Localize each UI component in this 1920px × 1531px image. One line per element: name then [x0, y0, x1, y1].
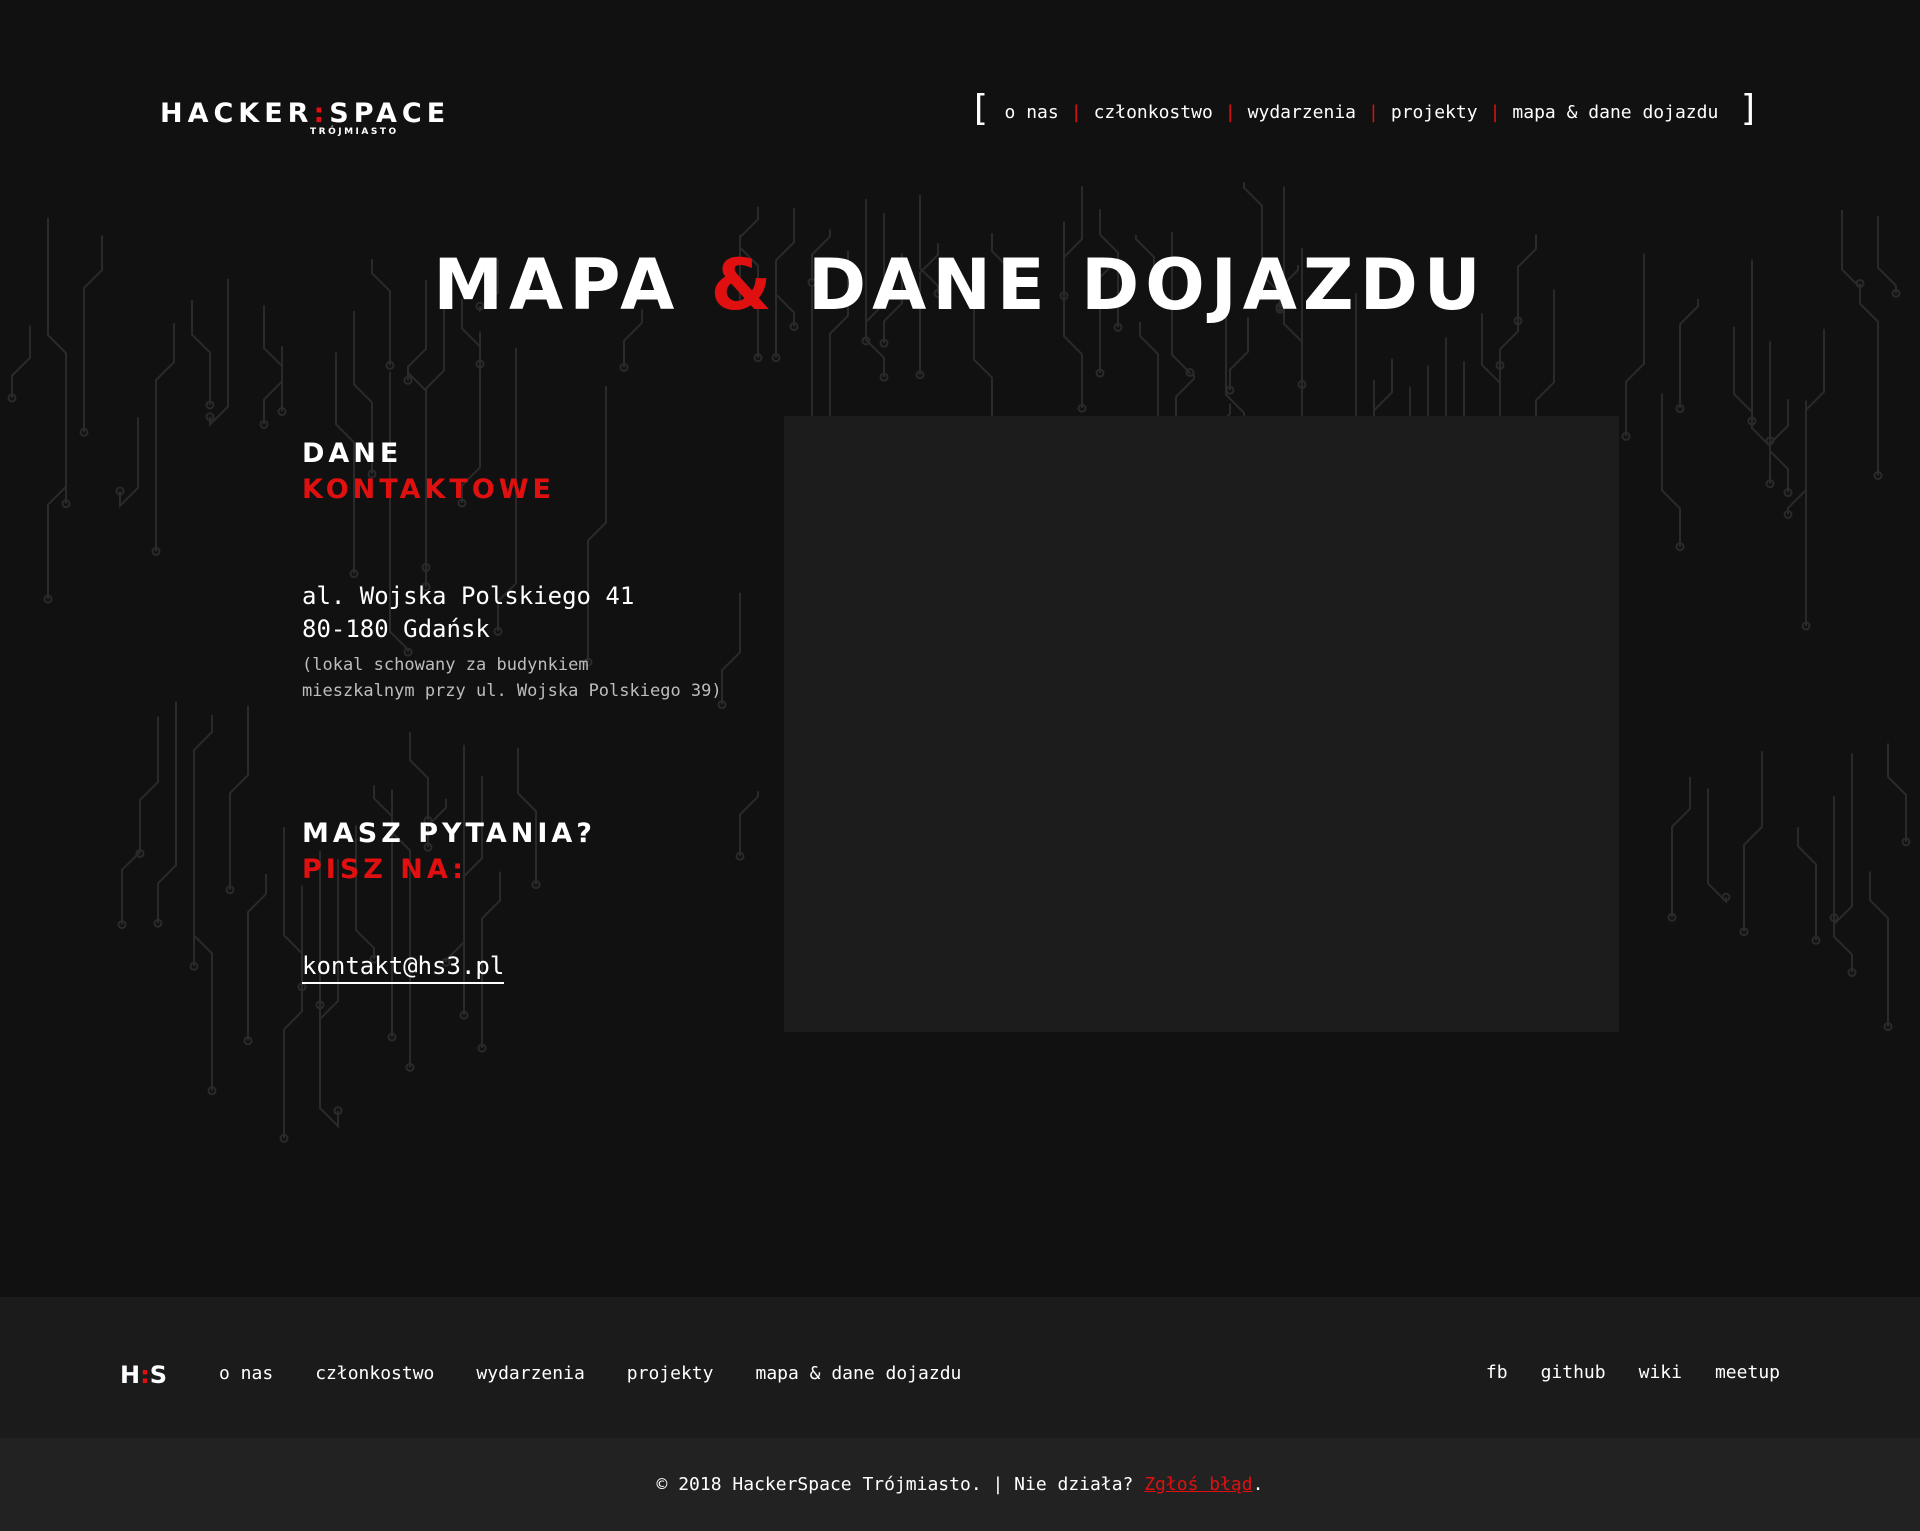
copyright-text: © 2018 HackerSpace Trójmiasto. | Nie dzi…	[656, 1474, 1264, 1495]
address-line-2: 80-180 Gdańsk	[302, 615, 490, 643]
hackerspace-logo[interactable]: HACKER:SPACE TRÓJMIASTO	[160, 98, 451, 137]
circuit-trace	[409, 732, 429, 821]
questions-heading: MASZ PYTANIA?	[302, 818, 596, 849]
circuit-trace	[1671, 776, 1691, 918]
nav-separator: |	[1070, 101, 1082, 123]
address-note: (lokal schowany za budynkiem mieszkalnym…	[302, 652, 762, 704]
circuit-trace	[1661, 393, 1681, 547]
nav-item-mapa[interactable]: mapa & dane dojazdu	[1512, 102, 1718, 123]
social-link-github[interactable]: github	[1541, 1362, 1606, 1383]
address-line-1: al. Wojska Polskiego 41	[302, 582, 635, 610]
footer-logo[interactable]: H:S	[120, 1361, 167, 1389]
social-link-fb[interactable]: fb	[1486, 1362, 1508, 1383]
circuit-trace	[283, 827, 303, 987]
circuit-trace	[155, 323, 175, 552]
nav-item-wydarzenia[interactable]: wydarzenia	[1248, 102, 1356, 123]
circuit-trace	[1833, 753, 1853, 927]
social-link-meetup[interactable]: meetup	[1715, 1362, 1780, 1383]
logo-subtitle: TRÓJMIASTO	[310, 127, 399, 137]
circuit-trace	[193, 878, 213, 1091]
contact-section: DANE KONTAKTOWE al. Wojska Polskiego 41 …	[302, 436, 762, 704]
nav-item-czlonkostwo[interactable]: członkostwo	[1094, 102, 1213, 123]
circuit-trace	[157, 701, 177, 924]
footer-social-links: fb github wiki meetup	[1453, 1362, 1780, 1383]
main-nav: [ o nas | członkostwo | wydarzenia | pro…	[969, 91, 1760, 127]
circuit-trace	[1707, 788, 1727, 904]
contact-email-link[interactable]: kontakt@hs3.pl	[302, 952, 505, 984]
circuit-trace	[1733, 326, 1753, 422]
footer-link-projekty[interactable]: projekty	[627, 1363, 714, 1384]
footer-link-czlonkostwo[interactable]: członkostwo	[315, 1363, 434, 1384]
logo-wordmark: HACKER:SPACE	[160, 98, 451, 129]
nav-item-projekty[interactable]: projekty	[1391, 102, 1478, 123]
contact-heading: DANE	[302, 438, 403, 469]
questions-section: MASZ PYTANIA? PISZ NA:	[302, 816, 596, 888]
circuit-trace	[1797, 827, 1817, 941]
circuit-trace	[1805, 328, 1825, 627]
nav-separator: |	[1489, 101, 1501, 123]
title-ampersand: &	[710, 244, 778, 326]
circuit-trace	[1769, 399, 1789, 447]
report-bug-link[interactable]: Zgłoś błąd	[1144, 1474, 1252, 1495]
circuit-trace	[11, 325, 31, 398]
footer-link-o-nas[interactable]: o nas	[219, 1363, 273, 1384]
circuit-trace	[1743, 751, 1763, 932]
circuit-trace	[1869, 871, 1889, 1027]
footer-links: o nas członkostwo wydarzenia projekty ma…	[219, 1363, 1003, 1384]
address: al. Wojska Polskiego 41 80-180 Gdańsk	[302, 580, 762, 646]
contact-heading-accent: KONTAKTOWE	[302, 474, 555, 505]
circuit-trace	[139, 716, 159, 854]
title-part2: DANE DOJAZDU	[808, 244, 1487, 326]
nav-separator: |	[1368, 101, 1379, 123]
circuit-trace	[193, 714, 213, 967]
nav-item-o-nas[interactable]: o nas	[1005, 102, 1059, 123]
circuit-trace	[47, 375, 67, 600]
circuit-trace	[1887, 743, 1907, 842]
map-embed[interactable]	[784, 416, 1619, 1032]
nav-bracket-left: [	[968, 88, 991, 129]
questions-heading-accent: PISZ NA:	[302, 854, 468, 885]
circuit-trace	[1787, 400, 1807, 515]
circuit-trace	[1769, 341, 1789, 493]
circuit-trace	[319, 851, 339, 1129]
circuit-trace	[283, 885, 303, 1139]
nav-separator: |	[1224, 101, 1236, 123]
social-link-wiki[interactable]: wiki	[1639, 1362, 1682, 1383]
footer-nav: H:S o nas członkostwo wydarzenia projekt…	[0, 1297, 1920, 1438]
nav-bracket-right: ]	[1738, 88, 1760, 129]
circuit-trace	[121, 851, 141, 925]
circuit-trace	[1833, 796, 1853, 973]
footer-link-wydarzenia[interactable]: wydarzenia	[476, 1363, 584, 1384]
page-title: MAPA & DANE DOJAZDU	[0, 244, 1920, 326]
footer-copyright-bar: © 2018 HackerSpace Trójmiasto. | Nie dzi…	[0, 1438, 1920, 1531]
address-note-line-1: (lokal schowany za budynkiem	[302, 655, 589, 675]
page: HACKER:SPACE TRÓJMIASTO [ o nas | członk…	[0, 0, 1920, 1531]
footer-link-mapa[interactable]: mapa & dane dojazdu	[755, 1363, 961, 1384]
circuit-trace	[739, 791, 759, 857]
title-part1: MAPA	[433, 244, 681, 326]
circuit-trace	[229, 705, 249, 890]
circuit-trace	[247, 873, 267, 1041]
address-note-line-2: mieszkalnym przy ul. Wojska Polskiego 39…	[302, 681, 722, 701]
circuit-trace	[1229, 316, 1249, 391]
